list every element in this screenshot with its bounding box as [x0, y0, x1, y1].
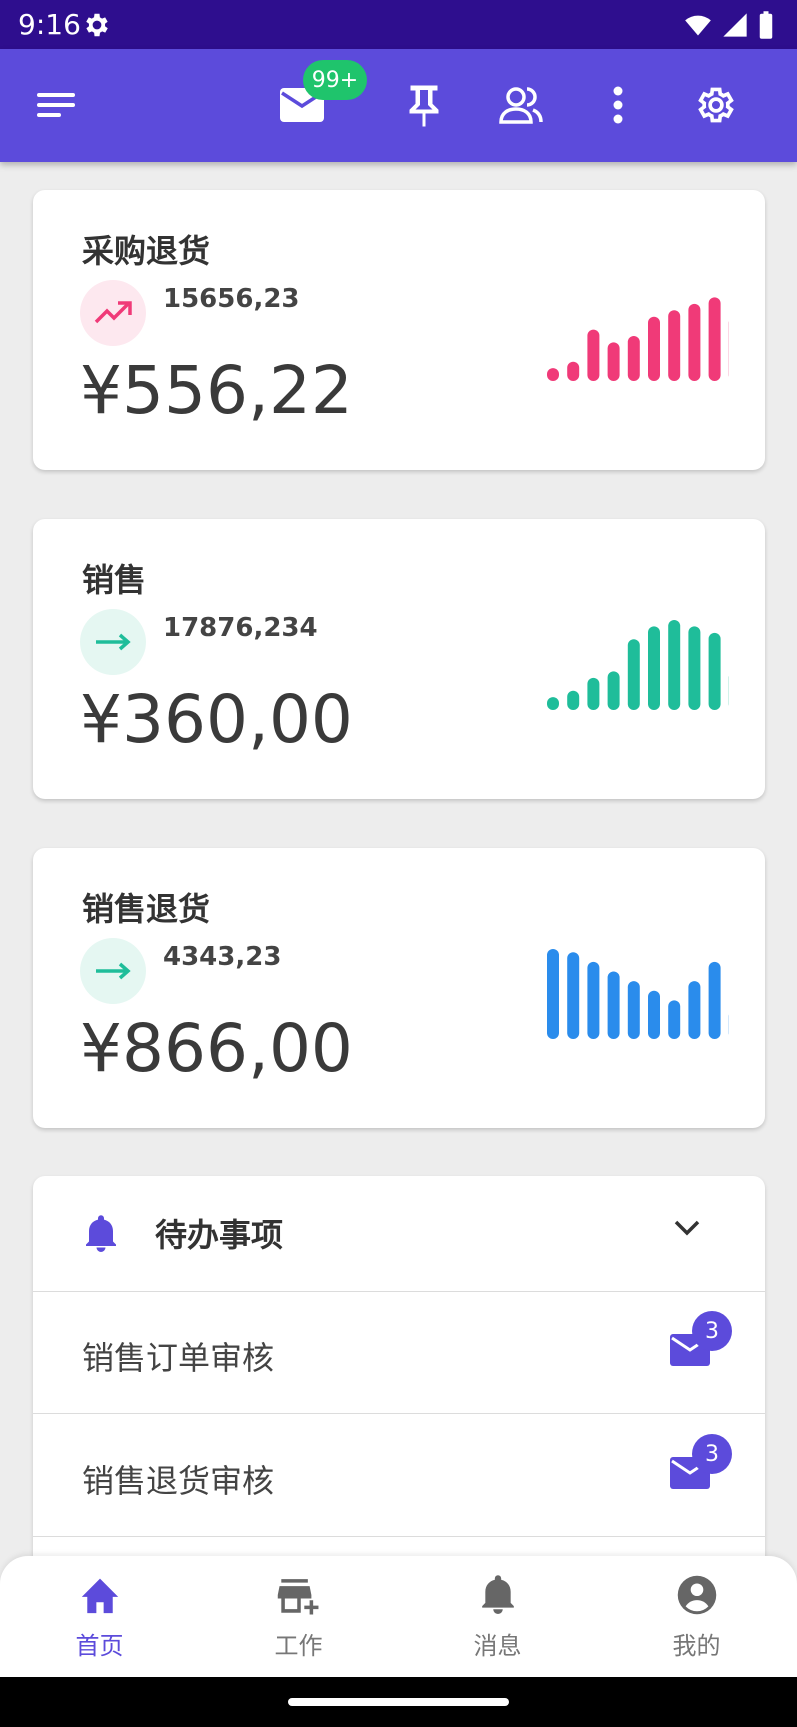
mini-bar — [547, 949, 559, 1039]
arrow-right-icon — [96, 962, 131, 980]
nav-profile[interactable]: 我的 — [597, 1570, 796, 1670]
mini-bar — [587, 961, 600, 1039]
card-sub-value: 17876,234 — [163, 613, 318, 643]
mini-bar — [627, 981, 640, 1039]
mini-bar — [708, 961, 721, 1039]
bottom-navigation: 首页 工作 消息 我的 — [0, 1556, 797, 1677]
nav-home[interactable]: 首页 — [0, 1570, 199, 1670]
contacts-button[interactable] — [493, 77, 549, 133]
home-handle[interactable] — [288, 1698, 509, 1706]
card-title: 销售退货 — [82, 890, 211, 928]
bell-icon — [481, 1575, 514, 1614]
nav-label: 消息 — [473, 1632, 522, 1660]
nav-label: 我的 — [672, 1632, 721, 1660]
settings-button[interactable] — [688, 77, 744, 133]
bell-icon — [86, 1215, 116, 1252]
mini-bar-chart — [547, 620, 729, 710]
store-add-icon — [277, 1579, 318, 1615]
todo-item-label: 销售订单审核 — [82, 1339, 275, 1377]
mini-bar — [627, 336, 640, 381]
card-sub-value: 15656,23 — [163, 284, 300, 314]
sales-return-card[interactable]: 销售退货 4343,23 ¥866,00 — [33, 848, 765, 1128]
battery-icon — [759, 11, 773, 39]
sales-card[interactable]: 销售 17876,234 ¥360,00 — [33, 519, 765, 799]
mini-bar — [587, 329, 600, 381]
todo-count-badge: 3 — [692, 1434, 732, 1474]
chevron-down-icon[interactable] — [673, 1218, 701, 1238]
card-amount: ¥556,22 — [80, 352, 353, 429]
status-time: 9:16 — [18, 8, 81, 41]
gear-icon — [698, 87, 734, 123]
card-title: 采购退货 — [82, 232, 211, 270]
mini-bar — [627, 639, 640, 710]
mini-bar — [688, 981, 701, 1039]
mini-bar — [668, 310, 681, 381]
nav-label: 工作 — [274, 1632, 323, 1660]
nav-messages[interactable]: 消息 — [398, 1570, 597, 1670]
trend-badge — [80, 938, 146, 1004]
mini-bar — [708, 632, 721, 710]
todo-item-label: 销售退货审核 — [82, 1462, 275, 1500]
todo-item[interactable]: 销售订单审核 3 — [33, 1291, 765, 1414]
mini-bar — [587, 677, 600, 710]
mini-bar — [607, 342, 620, 381]
pin-icon — [409, 85, 439, 127]
card-sub-value: 4343,23 — [163, 942, 282, 972]
todo-count-badge: 3 — [692, 1311, 732, 1351]
card-amount: ¥866,00 — [80, 1010, 353, 1087]
trend-badge — [80, 609, 146, 675]
mail-count-badge: 99+ — [303, 60, 367, 100]
todo-item[interactable]: 销售退货审核 3 — [33, 1414, 765, 1537]
mini-bar — [688, 626, 701, 710]
mini-bar — [547, 368, 559, 381]
signal-icon — [723, 13, 747, 37]
mini-bar — [567, 690, 580, 710]
group-icon — [499, 87, 543, 124]
mini-bar — [567, 361, 580, 381]
wifi-icon — [685, 15, 711, 36]
menu-button[interactable] — [29, 77, 85, 133]
mini-bar — [708, 297, 721, 381]
card-amount: ¥360,00 — [80, 681, 353, 758]
todo-panel: 待办事项 销售订单审核 3 销售退货审核 3 — [33, 1176, 765, 1596]
app-bar — [0, 49, 797, 162]
arrow-right-icon — [96, 633, 131, 651]
mini-bar — [567, 952, 580, 1039]
mini-bar — [648, 990, 660, 1039]
settings-status-icon — [86, 13, 108, 37]
mini-bar-chart — [547, 297, 729, 381]
nav-work[interactable]: 工作 — [199, 1570, 398, 1670]
mini-bar — [668, 620, 681, 710]
account-icon — [677, 1575, 716, 1615]
nav-label: 首页 — [75, 1632, 124, 1660]
mini-bar — [688, 303, 701, 381]
mini-bar — [648, 626, 660, 710]
more-vert-icon — [613, 86, 623, 124]
trend-badge — [80, 280, 146, 346]
more-button[interactable] — [590, 77, 646, 133]
card-title: 销售 — [82, 561, 147, 599]
mini-bar — [547, 697, 559, 710]
todo-title: 待办事项 — [155, 1216, 284, 1254]
mini-bar — [668, 1000, 681, 1039]
home-icon — [81, 1578, 118, 1614]
gesture-bar — [0, 1677, 797, 1727]
menu-icon — [37, 93, 75, 117]
mini-bar — [607, 971, 620, 1039]
trending-up-icon — [94, 301, 132, 324]
purchase-return-card[interactable]: 采购退货 15656,23 ¥556,22 — [33, 190, 765, 470]
mini-bar — [648, 316, 660, 381]
mini-bar — [607, 671, 620, 710]
status-bar: 9:16 — [0, 0, 797, 49]
todo-header[interactable]: 待办事项 — [33, 1176, 765, 1292]
pin-button[interactable] — [396, 77, 452, 133]
mini-bar-chart — [547, 949, 729, 1039]
